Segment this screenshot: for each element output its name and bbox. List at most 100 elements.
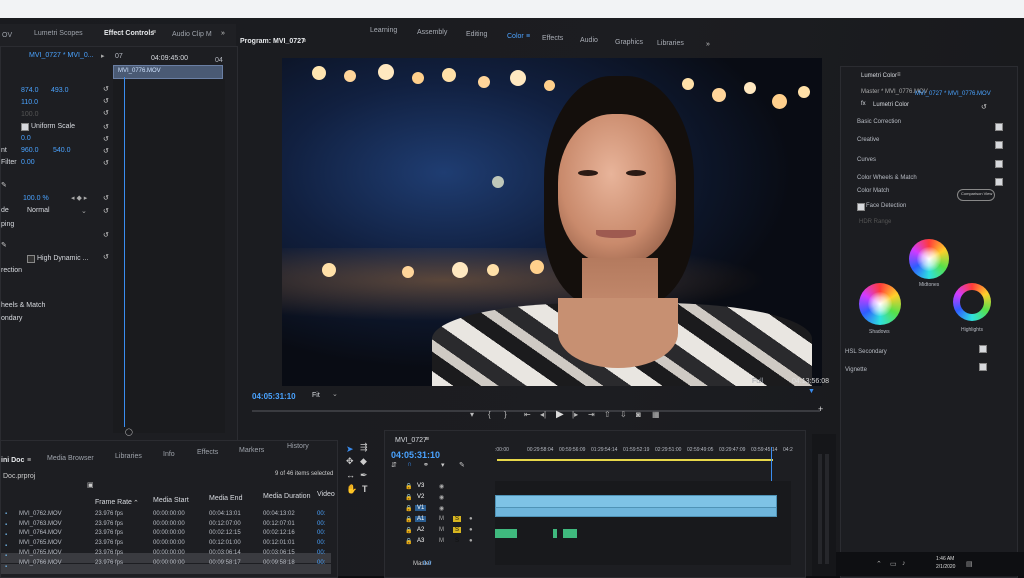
shadows-wheel[interactable] [859,283,901,325]
reset-blend-icon[interactable]: ↺ [103,207,109,215]
lumetri-title[interactable]: Lumetri Color [861,73,897,79]
workspace-effects[interactable]: Effects [542,35,563,42]
sort-icon[interactable]: ⌃ [133,499,139,507]
master-value[interactable]: 0.0 [423,561,431,567]
reset-uniform-icon[interactable]: ↺ [103,123,109,131]
tab-audio-clip-mixer[interactable]: Audio Clip M [172,31,212,38]
playhead-marker-icon[interactable]: ▼ [808,388,815,395]
tab-media-browser[interactable]: Media Browser [47,455,94,462]
tab-lumetri-scopes[interactable]: Lumetri Scopes [34,30,83,37]
hand-tool-icon[interactable]: ✋ [346,484,357,495]
face-detection-checkbox[interactable] [857,203,865,211]
blend-mode-select[interactable]: Normal [27,207,50,214]
workspace-learning[interactable]: Learning [370,27,397,34]
mark-out-bracket-icon[interactable]: } [504,410,507,419]
timeline-sequence-name[interactable]: MVI_0727 [395,437,427,444]
track-solo-icon[interactable]: S [453,516,462,522]
lumetri-menu-icon[interactable]: ≡ [897,72,901,78]
track-visibility-icon[interactable]: M [439,538,444,544]
track-label[interactable]: V3 [415,483,426,489]
section-hsl-secondary[interactable]: HSL Secondary [845,349,887,355]
track-lock-icon[interactable]: 🔒 [405,494,412,501]
tab-effects[interactable]: Effects [197,449,218,456]
add-marker-icon[interactable]: ▾ [441,461,445,469]
uniform-scale-checkbox[interactable] [21,123,29,131]
filter-value[interactable]: 0.00 [21,159,35,166]
anchor-y[interactable]: 540.0 [53,147,71,154]
network-icon[interactable]: ▭ [890,560,897,568]
section-vignette[interactable]: Vignette [845,367,867,373]
a1-clip-3[interactable] [563,529,577,538]
opacity-value[interactable]: 100.0 % [23,195,49,202]
track-header[interactable]: 🔒 V3 ◉ [385,483,495,493]
taskbar-date[interactable]: 2/1/2020 [936,564,955,570]
table-row[interactable]: ▪ MVI_0766.MOV 23.976 fps 00:00:00:00 00:09:… [1,560,331,574]
table-row[interactable]: ▪ MVI_0762.MOV 23.976 fps 00:00:00:00 00:04:… [1,511,331,521]
midtones-wheel[interactable] [909,239,949,279]
effect-controls-source[interactable]: MVI_0727 * MVI_0... [29,52,94,59]
scale-value[interactable]: 110.0 [21,99,38,106]
export-frame-icon[interactable]: ◙ [636,410,641,419]
type-tool-icon[interactable]: T [362,484,368,494]
panel-menu-icon[interactable]: ≡ [152,29,156,36]
lumetri-clip[interactable]: MVI_0727 * MVI_0776.MOV [915,91,991,97]
reset-scale-icon[interactable]: ↺ [103,97,109,105]
go-to-in-icon[interactable]: ⇤ [524,410,531,419]
section-color-wheels[interactable]: Color Wheels & Match [857,175,917,181]
creative-checkbox[interactable] [995,141,1003,149]
keyframe-nav-icon[interactable]: ◂ ◆ ▸ [71,194,87,202]
play-icon[interactable]: ▶ [556,409,564,420]
position-x[interactable]: 874.0 [21,87,39,94]
workspace-color-menu-icon[interactable]: ≡ [526,33,530,40]
pen-tool-icon[interactable]: ✒ [360,470,368,481]
a1-clip-2[interactable] [553,529,557,538]
track-visibility-icon[interactable]: ◉ [439,483,444,490]
basic-correction-checkbox[interactable] [995,123,1003,131]
track-label[interactable]: V2 [415,494,426,500]
go-to-out-icon[interactable]: ⇥ [588,410,595,419]
reset-opacity-icon[interactable]: ↺ [103,194,109,202]
program-menu-icon[interactable]: ≡ [302,38,306,45]
workspace-assembly[interactable]: Assembly [417,29,447,36]
workspace-graphics[interactable]: Graphics [615,39,643,46]
extract-icon[interactable]: ⇩ [620,410,627,419]
more-panels-icon[interactable]: » [221,30,225,37]
lumetri-reset-icon[interactable]: ↺ [981,103,987,111]
mic-icon[interactable]: ● [469,527,473,533]
program-timecode[interactable]: 04:05:31:10 [252,392,296,401]
effect-controls-clip-bar[interactable]: MVI_0776.MOV [113,65,223,79]
tab-project[interactable]: ini Doc [1,457,24,464]
track-lock-icon[interactable]: 🔒 [405,516,412,523]
rotation-value[interactable]: 0.0 [21,135,31,142]
workspace-libraries[interactable]: Libraries [657,40,684,47]
section-basic-correction[interactable]: Basic Correction [857,119,901,125]
track-lock-icon[interactable]: 🔒 [405,483,412,490]
notification-icon[interactable]: ▤ [966,560,973,568]
workspace-color[interactable]: Color [507,33,524,40]
timeline-menu-icon[interactable]: ≡ [425,436,429,443]
tab-program-monitor[interactable]: Program: MVI_0727 [240,38,305,45]
track-label[interactable]: A3 [415,538,426,544]
folder-icon[interactable]: ▣ [87,481,94,489]
mic-icon[interactable]: ● [469,516,473,522]
track-label[interactable]: A1 [415,516,427,522]
track-lock-icon[interactable]: 🔒 [405,527,412,534]
work-area-bar[interactable] [497,459,773,461]
highlights-wheel[interactable] [953,283,991,321]
tab-history[interactable]: History [287,443,309,450]
timeline-ruler[interactable]: :00:00 00:29:58:04 00:59:56:09 01:29:54:14 0… [495,447,795,457]
track-lock-icon[interactable]: 🔒 [405,505,412,512]
track-label[interactable]: V1 [415,505,427,511]
track-header[interactable]: 🔒 V2 ◉ [385,494,495,504]
reset-filter-icon[interactable]: ↺ [103,159,109,167]
workspace-audio[interactable]: Audio [580,37,598,44]
a1-clip[interactable] [495,529,517,538]
track-header[interactable]: 🔒 A2 M S ● [385,527,495,537]
track-select-icon[interactable]: ⇶ [360,442,368,453]
timeline-timecode[interactable]: 04:05:31:10 [391,450,440,460]
track-visibility-icon[interactable]: ◉ [439,494,444,501]
taskbar-time[interactable]: 1:46 AM [936,556,954,562]
program-monitor-video[interactable] [282,58,822,386]
track-header[interactable]: 🔒 A3 M S ● [385,538,495,548]
column-media-end[interactable]: Media End [209,495,242,502]
